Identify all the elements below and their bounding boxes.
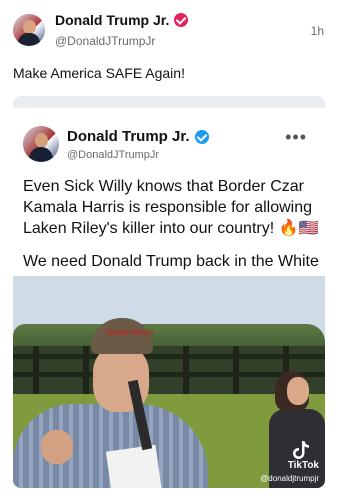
post-timestamp[interactable]: 1h [311, 24, 324, 38]
author-handle[interactable]: @DonaldJTrumpJr [55, 34, 155, 48]
author-avatar[interactable] [13, 14, 45, 46]
embedded-paragraph-1: Even Sick Willy knows that Border Czar K… [23, 178, 319, 237]
embedded-author-handle: @DonaldJTrumpJr [67, 149, 160, 161]
embedded-author-avatar [23, 126, 59, 162]
embedded-name-row: Donald Trump Jr. [67, 128, 209, 145]
tiktok-watermark-user: @donaldjtrumpjr [260, 474, 319, 483]
cap-text: TRUMP MAGA [106, 330, 155, 337]
speaker-figure: TRUMP MAGA [13, 318, 208, 488]
tiktok-watermark-label: TikTok [287, 460, 319, 471]
more-horizontal-icon: ••• [285, 127, 307, 147]
verified-badge-icon [174, 13, 189, 27]
embedded-author-name: Donald Trump Jr. [67, 128, 190, 145]
tiktok-logo-icon [293, 441, 309, 459]
post-text: Make America SAFE Again! [13, 65, 185, 81]
author-name[interactable]: Donald Trump Jr. [55, 12, 169, 28]
post-media[interactable]: Donald Trump Jr. @DonaldJTrumpJr ••• Eve… [13, 96, 325, 488]
post-header: Donald Trump Jr. @DonaldJTrumpJr 1h [0, 0, 338, 60]
embedded-verified-icon [194, 129, 209, 144]
video-frame[interactable]: TRUMP MAGA TikTok @donaldjtrumpjr [13, 276, 325, 488]
author-name-row: Donald Trump Jr. [55, 12, 189, 28]
